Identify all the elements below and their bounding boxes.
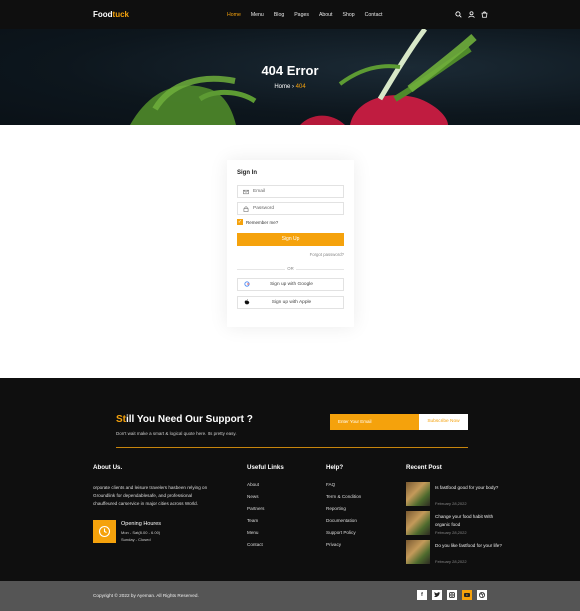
- post-title[interactable]: Do you like fastfood for your life?: [435, 542, 505, 550]
- footer-link-privacy[interactable]: Privacy: [326, 542, 361, 554]
- footer-link-faq[interactable]: FAQ: [326, 482, 361, 494]
- user-icon[interactable]: [468, 11, 475, 18]
- checkbox-checked-icon[interactable]: ✓: [237, 219, 243, 225]
- about-text: orporate clients and leisure travelers h…: [93, 485, 208, 506]
- breadcrumb-home[interactable]: Home: [274, 84, 290, 90]
- nav-menu[interactable]: Menu: [251, 12, 264, 18]
- nav-home[interactable]: Home: [227, 12, 241, 18]
- footer-link-team[interactable]: Team: [247, 518, 264, 530]
- copyright-text: Copyright © 2022 by Ayeman. All Rights R…: [93, 593, 199, 598]
- signin-card: Sign In Email Password ✓ Remember me? Si…: [227, 160, 354, 327]
- email-placeholder: Email: [253, 189, 265, 194]
- youtube-icon[interactable]: [462, 590, 472, 600]
- help-links-list: FAQ Term & Condition Reporting Documenta…: [326, 482, 361, 554]
- subscribe-button[interactable]: Subscribe Now: [419, 414, 468, 430]
- cart-icon[interactable]: [481, 11, 488, 18]
- recent-post-heading: Recent Post: [406, 464, 442, 471]
- nav-shop[interactable]: Shop: [343, 12, 355, 18]
- password-placeholder: Password: [253, 206, 275, 211]
- footer-link-menu[interactable]: Menu: [247, 530, 264, 542]
- post-date: February 28,2022: [435, 501, 467, 506]
- support-heading-accent: St: [116, 414, 126, 425]
- support-heading: Still You Need Our Support ?: [116, 414, 253, 425]
- twitter-icon[interactable]: [432, 590, 442, 600]
- opening-hours-sunday: Sunday - Closed: [121, 537, 151, 542]
- hero-banner: 404 Error Home › 404: [0, 29, 580, 125]
- footer-link-terms[interactable]: Term & Condition: [326, 494, 361, 506]
- opening-hours-weekdays: Mon - Sat(8.00 - 6.00): [121, 530, 161, 535]
- apple-label: Sign up with Apple: [271, 300, 312, 305]
- footer-link-documentation[interactable]: Documentation: [326, 518, 361, 530]
- facebook-icon[interactable]: f: [417, 590, 427, 600]
- or-divider: OR: [237, 264, 344, 273]
- signin-title: Sign In: [237, 170, 257, 176]
- support-subtext: Don't wait make a smart & logical quote …: [116, 431, 237, 436]
- post-date: February 28,2022: [435, 559, 467, 564]
- breadcrumb: Home › 404: [0, 84, 580, 90]
- copyright-bar: Copyright © 2022 by Ayeman. All Rights R…: [0, 581, 580, 611]
- footer-link-support-policy[interactable]: Support Policy: [326, 530, 361, 542]
- recent-post-item[interactable]: Do you like fastfood for your life? Febr…: [406, 540, 506, 566]
- breadcrumb-current: 404: [295, 84, 306, 90]
- footer-link-contact[interactable]: Contact: [247, 542, 264, 554]
- recent-post-item[interactable]: Change your food habit With organic food…: [406, 511, 506, 537]
- help-heading: Help?: [326, 464, 344, 471]
- main-nav: Home Menu Blog Pages About Shop Contact: [227, 12, 393, 18]
- social-links: f: [417, 590, 487, 600]
- nav-pages[interactable]: Pages: [294, 12, 309, 18]
- logo-main-text: Food: [93, 10, 113, 19]
- support-heading-rest: ill You Need Our Support ?: [126, 414, 253, 425]
- clock-icon: [93, 520, 116, 543]
- subscribe-email-input[interactable]: Enter Your Email: [330, 414, 419, 430]
- post-thumbnail: [406, 540, 430, 564]
- email-field[interactable]: Email: [237, 185, 344, 198]
- footer: Still You Need Our Support ? Don't wait …: [0, 378, 580, 581]
- post-title[interactable]: Is fastfood good for your body?: [435, 484, 505, 492]
- password-field[interactable]: Password: [237, 202, 344, 215]
- footer-link-about[interactable]: About: [247, 482, 264, 494]
- dribbble-icon[interactable]: [477, 590, 487, 600]
- useful-links-list: About News Partners Team Menu Contact: [247, 482, 264, 554]
- post-thumbnail: [406, 511, 430, 535]
- post-thumbnail: [406, 482, 430, 506]
- instagram-icon[interactable]: [447, 590, 457, 600]
- footer-link-news[interactable]: News: [247, 494, 264, 506]
- footer-link-reporting[interactable]: Reporting: [326, 506, 361, 518]
- breadcrumb-separator: ›: [292, 84, 294, 90]
- logo-accent-text: tuck: [112, 10, 129, 19]
- remember-label: Remember me?: [246, 219, 279, 225]
- google-label: Sign up with Google: [270, 282, 313, 287]
- page-title: 404 Error: [261, 63, 319, 78]
- recent-post-item[interactable]: Is fastfood good for your body? February…: [406, 482, 506, 508]
- top-navbar: Foodtuck Home Menu Blog Pages About Shop…: [0, 0, 580, 29]
- footer-divider: [116, 447, 468, 448]
- opening-hours-title: Opening Houres: [121, 521, 162, 527]
- header-icons: [455, 11, 488, 18]
- nav-contact[interactable]: Contact: [365, 12, 383, 18]
- post-date: February 28,2022: [435, 530, 467, 535]
- google-signup-button[interactable]: Sign up with Google: [237, 278, 344, 291]
- footer-link-partners[interactable]: Partners: [247, 506, 264, 518]
- remember-me[interactable]: ✓ Remember me?: [237, 219, 344, 225]
- forgot-password-link[interactable]: Forgot password?: [237, 252, 344, 257]
- search-icon[interactable]: [455, 11, 462, 18]
- nav-blog[interactable]: Blog: [274, 12, 284, 18]
- about-heading: About Us.: [93, 464, 123, 471]
- logo[interactable]: Foodtuck: [93, 10, 129, 19]
- mail-icon: [243, 189, 249, 195]
- useful-links-heading: Useful Links: [247, 464, 284, 471]
- signup-button[interactable]: Sign Up: [237, 233, 344, 246]
- lock-icon: [243, 206, 249, 212]
- post-title[interactable]: Change your food habit With organic food: [435, 513, 505, 529]
- nav-about[interactable]: About: [319, 12, 333, 18]
- apple-signup-button[interactable]: Sign up with Apple: [237, 296, 344, 309]
